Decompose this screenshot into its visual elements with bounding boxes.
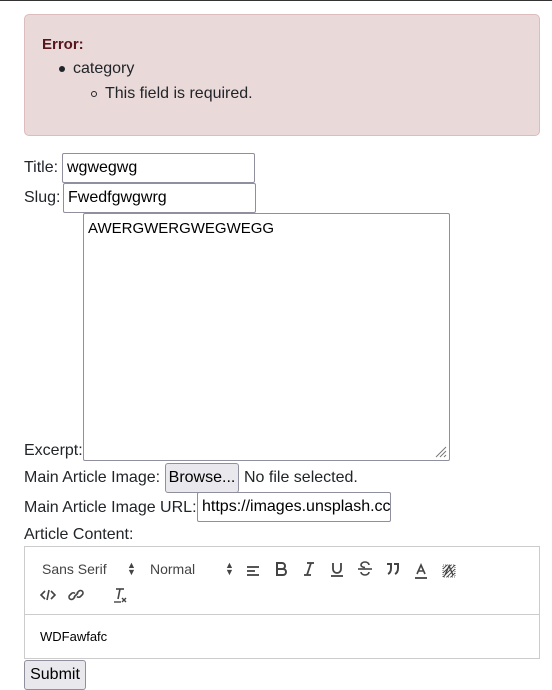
- blockquote-icon[interactable]: [384, 560, 402, 578]
- browse-button[interactable]: Browse...: [165, 463, 239, 493]
- alert-title: Error:: [42, 36, 84, 53]
- slug-input[interactable]: Fwedfgwgwrg: [63, 183, 256, 213]
- editor-content[interactable]: WDFawfafc: [40, 629, 107, 644]
- link-icon[interactable]: [67, 586, 85, 604]
- excerpt-label: Excerpt:: [24, 442, 83, 459]
- circle-bullet-icon: [91, 90, 97, 97]
- title-label: Title:: [24, 159, 59, 176]
- editor-toolbar: Sans Serif ▲ ▼ Normal ▲ ▼: [25, 547, 539, 615]
- image-label: Main Article Image:: [24, 469, 161, 486]
- no-file-text: No file selected.: [244, 469, 358, 486]
- text-color-icon[interactable]: [412, 562, 430, 580]
- top-border: [0, 0, 552, 1]
- picker-arrows-icon: ▲ ▼: [127, 560, 136, 577]
- size-picker-value: Normal: [150, 561, 196, 577]
- alert-field-name: category: [73, 60, 135, 77]
- error-alert: Error: category This field is required.: [24, 14, 540, 136]
- font-picker[interactable]: Sans Serif ▲ ▼: [42, 560, 142, 578]
- size-picker[interactable]: Normal ▲ ▼: [150, 560, 240, 578]
- code-icon[interactable]: [39, 586, 57, 604]
- image-url-label: Main Article Image URL:: [24, 499, 197, 516]
- rich-text-editor: Sans Serif ▲ ▼ Normal ▲ ▼ WDFawfafc: [24, 546, 540, 659]
- slug-label: Slug:: [24, 189, 61, 206]
- resize-grip-icon[interactable]: [435, 446, 447, 458]
- alert-message: This field is required.: [105, 85, 253, 102]
- title-input[interactable]: wgwegwg: [62, 153, 255, 183]
- underline-icon[interactable]: [328, 560, 346, 578]
- italic-icon[interactable]: [300, 560, 318, 578]
- font-picker-value: Sans Serif: [42, 561, 107, 577]
- clear-format-icon[interactable]: [111, 586, 129, 604]
- picker-arrows-icon: ▲ ▼: [225, 560, 234, 577]
- background-color-icon[interactable]: [440, 562, 458, 580]
- excerpt-textarea[interactable]: AWERGWERGWEGWEGG: [83, 213, 450, 461]
- bold-icon[interactable]: [272, 560, 290, 578]
- excerpt-text: AWERGWERGWEGWEGG: [88, 220, 275, 237]
- alert-field-item: category: [59, 60, 134, 78]
- align-icon[interactable]: [244, 562, 262, 580]
- alert-message-item: This field is required.: [91, 85, 253, 103]
- bullet-icon: [59, 65, 65, 72]
- content-label: Article Content:: [24, 526, 134, 543]
- strike-icon[interactable]: [356, 560, 374, 578]
- image-url-input[interactable]: https://images.unsplash.cc: [197, 492, 391, 522]
